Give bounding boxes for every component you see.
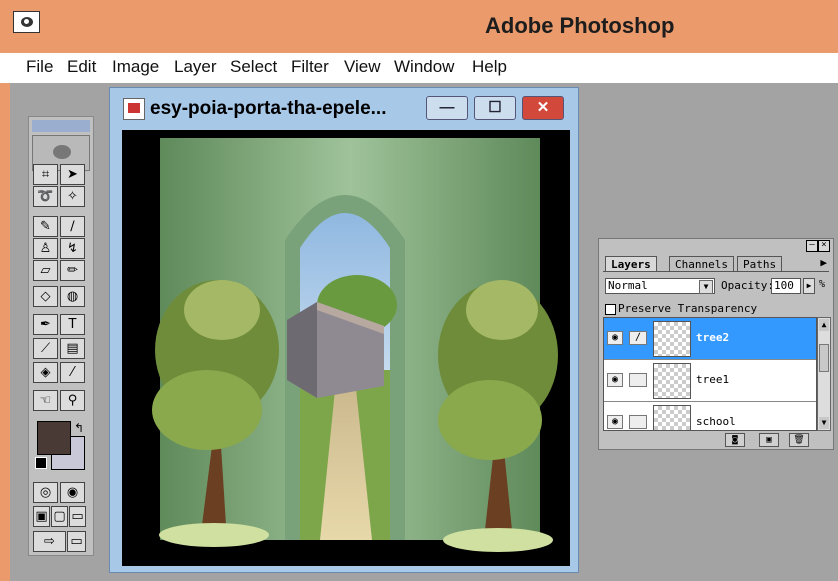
screen-mode-2-icon[interactable]: ▢	[51, 506, 68, 527]
screen-mode-1-icon[interactable]: ▣	[33, 506, 50, 527]
magic-wand-tool-icon[interactable]: ✧	[60, 186, 85, 207]
visibility-eye-icon[interactable]: ◉	[607, 415, 623, 429]
eyedropper-tool-icon[interactable]: ⁄	[60, 362, 85, 383]
layers-scrollbar[interactable]: ▲ ▼	[817, 317, 831, 431]
menu-help[interactable]: Help	[472, 57, 507, 77]
photoshop-eye-icon[interactable]	[13, 11, 40, 33]
pen-tool-icon[interactable]: ✎	[33, 216, 58, 237]
lasso-tool-icon[interactable]: ➰	[33, 186, 58, 207]
menu-window[interactable]: Window	[394, 57, 454, 77]
stamp-tool-icon[interactable]: ♙	[33, 238, 58, 259]
opacity-unit: %	[819, 279, 826, 290]
crop-tool-icon[interactable]: ⌗	[33, 164, 58, 185]
jump-to-app-icon[interactable]: ▭	[67, 531, 86, 552]
link-slot[interactable]	[629, 373, 647, 387]
layer-thumbnail	[653, 321, 691, 357]
opacity-slider-button[interactable]: ▶	[803, 278, 815, 294]
trash-icon[interactable]: 🗑	[789, 433, 809, 447]
link-slot[interactable]	[629, 415, 647, 429]
layers-palette: – × Layers Channels Paths ▶ Normal ▼ Opa…	[598, 238, 834, 450]
image-canvas[interactable]	[122, 130, 570, 566]
default-colors-icon[interactable]	[35, 457, 47, 469]
tab-divider	[603, 271, 829, 272]
menu-filter[interactable]: Filter	[291, 57, 329, 77]
standard-mode-icon[interactable]: ◎	[33, 482, 58, 503]
layers-list: ◉ ∕ tree2 ◉ tree1 ◉ school	[603, 317, 817, 431]
layer-mask-icon[interactable]: ◙	[725, 433, 745, 447]
layer-row-tree1[interactable]: ◉ tree1	[604, 360, 816, 402]
new-layer-icon[interactable]: ▣	[759, 433, 779, 447]
menu-edit[interactable]: Edit	[67, 57, 96, 77]
menu-bar: File Edit Image Layer Select Filter View…	[0, 53, 838, 83]
scroll-down-icon[interactable]: ▼	[819, 417, 829, 429]
menu-view[interactable]: View	[344, 57, 381, 77]
path-tool-icon[interactable]: ✒	[33, 314, 58, 335]
layer-name: tree2	[696, 331, 730, 344]
chevron-down-icon[interactable]: ▼	[699, 280, 713, 294]
close-button[interactable]: ✕	[522, 96, 564, 120]
maximize-button[interactable]: ☐	[474, 96, 516, 120]
eraser-tool-icon[interactable]: ▱	[33, 260, 58, 281]
visibility-eye-icon[interactable]: ◉	[607, 331, 623, 345]
zoom-tool-icon[interactable]: ⚲	[60, 390, 85, 411]
blend-mode-value: Normal	[608, 279, 648, 292]
scroll-thumb[interactable]	[819, 344, 829, 372]
brush-icon[interactable]: ∕	[629, 331, 647, 345]
gradient-tool-icon[interactable]: ▤	[60, 338, 85, 359]
hand-tool-icon[interactable]: ☜	[33, 390, 58, 411]
layer-row-tree2[interactable]: ◉ ∕ tree2	[604, 318, 816, 360]
history-brush-tool-icon[interactable]: ↯	[60, 238, 85, 259]
checkbox-icon[interactable]	[605, 303, 616, 315]
sponge-tool-icon[interactable]: ◍	[60, 286, 85, 307]
opacity-label: Opacity:	[721, 279, 774, 292]
pencil-tool-icon[interactable]: ✏	[60, 260, 85, 281]
brush-tool-icon[interactable]: ∕	[60, 216, 85, 237]
toolbox-titlebar[interactable]	[32, 120, 90, 132]
visibility-eye-icon[interactable]: ◉	[607, 373, 623, 387]
tab-paths[interactable]: Paths	[737, 256, 783, 272]
collage-image	[122, 130, 570, 566]
screen-mode-full-icon[interactable]: ▭	[69, 506, 86, 527]
palette-close-button[interactable]: ×	[818, 240, 830, 252]
quick-mask-icon[interactable]: ◉	[60, 482, 85, 503]
palette-minimize-button[interactable]: –	[806, 240, 818, 252]
opacity-input[interactable]: 100	[771, 278, 801, 294]
paint-bucket-tool-icon[interactable]: ◈	[33, 362, 58, 383]
window-edge	[0, 83, 10, 581]
type-tool-icon[interactable]: T	[60, 314, 85, 335]
foreground-color-swatch[interactable]	[37, 421, 71, 455]
measure-tool-icon[interactable]: ⟋	[33, 338, 58, 359]
preserve-transparency-label: Preserve Transparency	[618, 302, 758, 315]
palette-footer: ◙ ▣ 🗑	[603, 433, 831, 447]
layer-name: school	[696, 415, 736, 428]
toolbox: ⌗ ➤ ➰ ✧ ✎ ∕ ♙ ↯ ▱ ✏ ◇ ◍ ✒ T ⟋ ▤ ◈ ⁄ ☜ ⚲ …	[28, 116, 94, 556]
preserve-transparency-checkbox[interactable]: Preserve Transparency	[605, 302, 757, 315]
tab-channels[interactable]: Channels	[669, 256, 734, 272]
blend-mode-select[interactable]: Normal ▼	[605, 278, 715, 294]
title-bar: Adobe Photoshop	[0, 0, 838, 53]
menu-layer[interactable]: Layer	[174, 57, 217, 77]
palette-menu-icon[interactable]: ▶	[820, 256, 827, 269]
minimize-button[interactable]: —	[426, 96, 468, 120]
blur-tool-icon[interactable]: ◇	[33, 286, 58, 307]
document-window: esy-poia-porta-tha-epele... — ☐ ✕	[109, 87, 579, 573]
layer-thumbnail	[653, 405, 691, 430]
menu-image[interactable]: Image	[112, 57, 159, 77]
scroll-up-icon[interactable]: ▲	[819, 319, 829, 331]
tab-layers[interactable]: Layers	[605, 256, 657, 272]
swap-colors-icon[interactable]: ↰	[74, 421, 84, 435]
jump-to-icon[interactable]: ⇨	[33, 531, 66, 552]
layer-thumbnail	[653, 363, 691, 399]
document-icon	[123, 98, 145, 120]
layer-row-school[interactable]: ◉ school	[604, 402, 816, 430]
app-title: Adobe Photoshop	[485, 13, 675, 38]
layer-name: tree1	[696, 373, 730, 386]
document-title: esy-poia-porta-tha-epele...	[150, 98, 387, 119]
move-tool-icon[interactable]: ➤	[60, 164, 85, 185]
menu-file[interactable]: File	[26, 57, 53, 77]
menu-select[interactable]: Select	[230, 57, 277, 77]
